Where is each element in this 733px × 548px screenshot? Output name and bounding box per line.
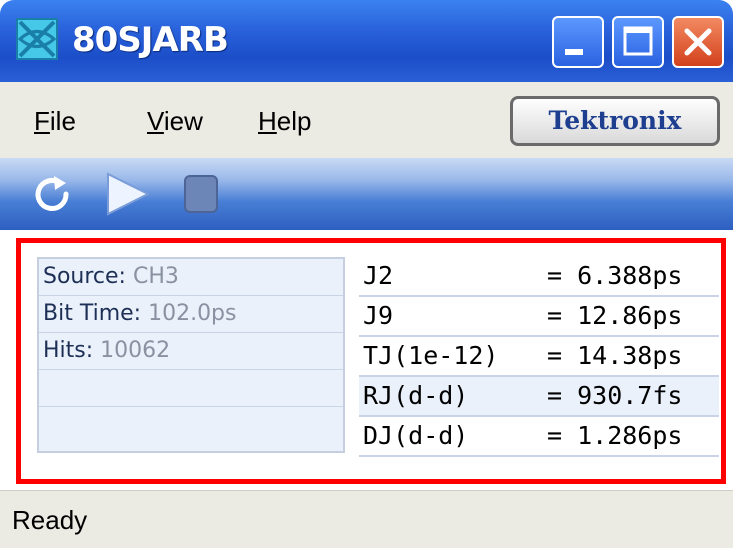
menu-file[interactable]: File xyxy=(34,106,76,137)
measurement-name: RJ(d-d) xyxy=(363,381,469,410)
measurement-name: TJ(1e-12) xyxy=(363,341,499,370)
status-bar: Ready xyxy=(0,490,733,548)
measurement-row: J2 = 6.388ps xyxy=(359,257,719,297)
hits-value: 10062 xyxy=(100,338,171,363)
close-icon xyxy=(684,28,712,56)
maximize-icon xyxy=(623,26,653,56)
measurement-row: J9 = 12.86ps xyxy=(359,297,719,337)
measurement-value: = 930.7fs xyxy=(547,381,683,410)
results-panel: Source: CH3 Bit Time: 102.0ps Hits: 1006… xyxy=(16,238,726,484)
toolbar xyxy=(0,158,733,230)
app-icon xyxy=(16,18,58,60)
measurement-name: J2 xyxy=(363,261,394,290)
source-row: Source: CH3 xyxy=(39,259,343,296)
source-label: Source: xyxy=(43,264,133,289)
measurement-name: DJ(d-d) xyxy=(363,421,469,450)
bit-time-value: 102.0ps xyxy=(148,301,237,326)
window-title: 80SJARB xyxy=(72,20,229,60)
empty-row xyxy=(39,370,343,407)
stop-button[interactable] xyxy=(182,172,222,220)
minimize-icon xyxy=(565,49,583,55)
stop-icon xyxy=(184,175,218,213)
bit-time-label: Bit Time: xyxy=(43,301,149,326)
measurement-value: = 6.388ps xyxy=(547,261,683,290)
minimize-button[interactable] xyxy=(552,16,604,68)
close-button[interactable] xyxy=(672,16,724,68)
hits-row: Hits: 10062 xyxy=(39,333,343,370)
menu-help[interactable]: Help xyxy=(258,106,311,137)
acquisition-info-table: Source: CH3 Bit Time: 102.0ps Hits: 1006… xyxy=(37,257,345,453)
refresh-button[interactable] xyxy=(30,172,74,220)
tektronix-logo: Tektronix xyxy=(510,96,720,146)
menu-view[interactable]: View xyxy=(147,106,203,137)
hits-label: Hits: xyxy=(43,338,101,363)
status-text: Ready xyxy=(12,505,88,535)
play-icon xyxy=(107,172,151,216)
run-button[interactable] xyxy=(104,172,151,220)
measurement-name: J9 xyxy=(363,301,394,330)
empty-row xyxy=(39,407,343,443)
bit-time-row: Bit Time: 102.0ps xyxy=(39,296,343,333)
jitter-measurements-table: J2 = 6.388ps J9 = 12.86ps TJ(1e-12) = 14… xyxy=(359,257,719,457)
source-value: CH3 xyxy=(132,264,179,289)
measurement-value: = 1.286ps xyxy=(547,421,683,450)
measurement-value: = 12.86ps xyxy=(547,301,683,330)
refresh-icon xyxy=(35,176,69,211)
measurement-row: RJ(d-d) = 930.7fs xyxy=(359,377,719,417)
title-bar[interactable]: 80SJARB xyxy=(0,0,733,82)
measurement-value: = 14.38ps xyxy=(547,341,683,370)
measurement-row: DJ(d-d) = 1.286ps xyxy=(359,417,719,457)
maximize-button[interactable] xyxy=(612,16,664,68)
measurement-row: TJ(1e-12) = 14.38ps xyxy=(359,337,719,377)
